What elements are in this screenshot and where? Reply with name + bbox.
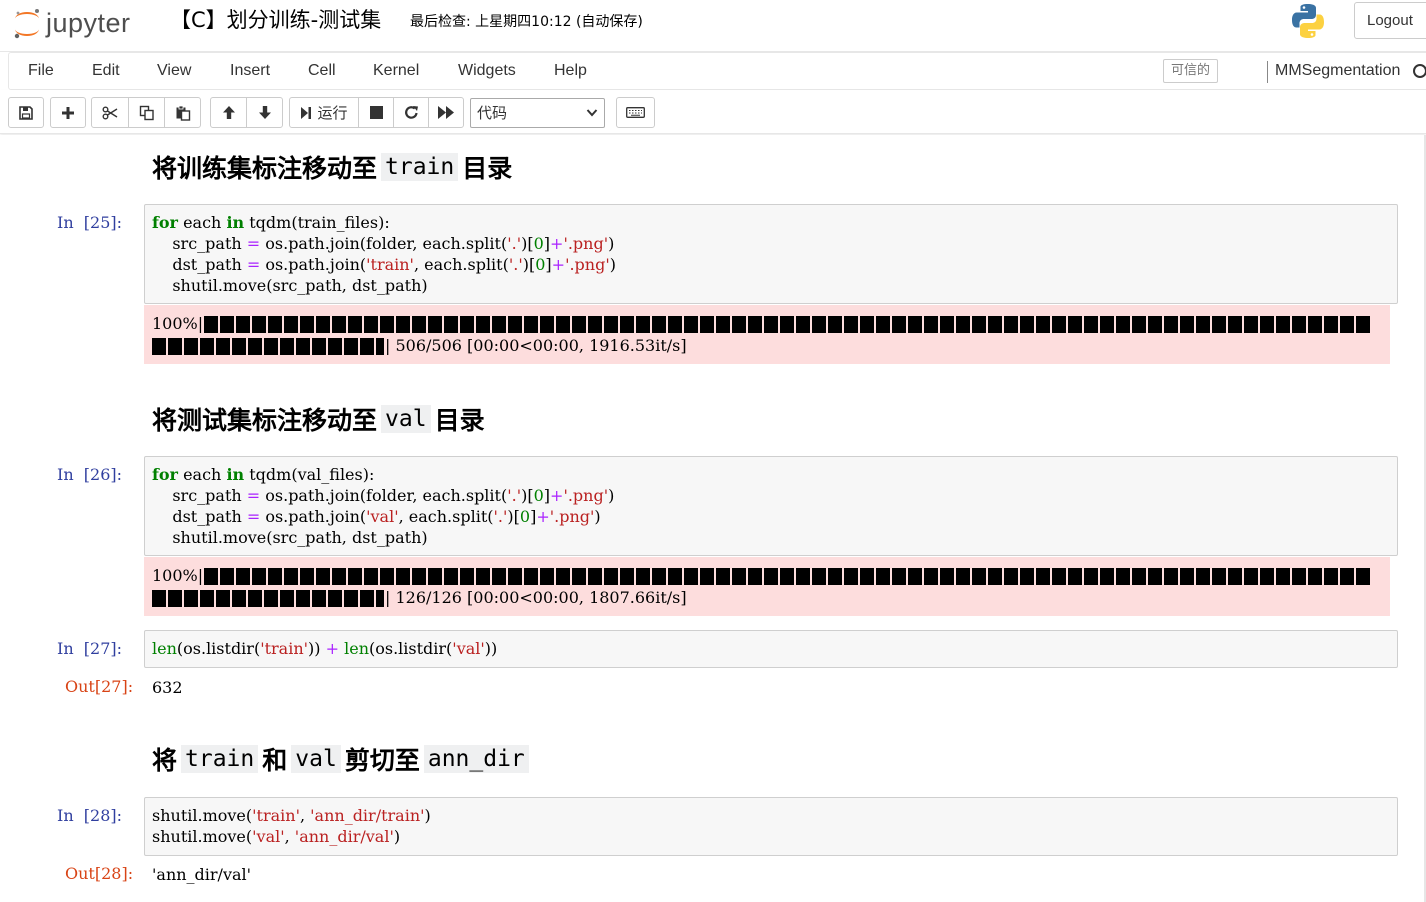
output-prompt: Out[27]:: [65, 677, 134, 696]
markdown-heading-train[interactable]: 将训练集标注移动至 train 目录: [152, 149, 512, 185]
toolbar: 运行 代码: [0, 90, 1426, 134]
run-label: 运行: [317, 104, 348, 122]
scissors-icon: [102, 106, 118, 119]
kernel-name[interactable]: MMSegmentation: [1275, 62, 1400, 80]
menu-view[interactable]: View: [157, 62, 191, 80]
stop-icon: [369, 106, 383, 119]
menu-file[interactable]: File: [28, 62, 54, 80]
chevron-down-icon: [586, 109, 598, 117]
menubar: File Edit View Insert Cell Kernel Widget…: [8, 52, 1426, 90]
cut-button[interactable]: [91, 97, 129, 128]
input-prompt: In [25]:: [57, 213, 123, 232]
menu-edit[interactable]: Edit: [92, 62, 120, 80]
run-button[interactable]: 运行: [289, 97, 359, 128]
step-forward-icon: [301, 106, 312, 119]
arrow-down-icon: [258, 106, 271, 119]
heading-text: 将: [152, 746, 178, 775]
progress-stats: | 126/126 [00:00<00:00, 1807.66it/s]: [385, 588, 687, 607]
notebook-title[interactable]: 【C】划分训练-测试集: [170, 4, 381, 34]
stderr-output: 100%| | 506/506 [00:00<00:00, 1916.53it/…: [144, 305, 1390, 364]
jupyter-logo-icon: [14, 9, 39, 39]
menu-kernel[interactable]: Kernel: [373, 62, 419, 80]
input-prompt: In [28]:: [57, 806, 123, 825]
heading-code: train: [181, 745, 259, 773]
move-down-button[interactable]: [246, 97, 283, 128]
menu-insert[interactable]: Insert: [230, 62, 270, 80]
copy-button[interactable]: [128, 97, 165, 128]
markdown-heading-ann-dir[interactable]: 将 train 和 val 剪切至 ann_dir: [152, 741, 533, 777]
progress-stats: | 506/506 [00:00<00:00, 1916.53it/s]: [385, 336, 687, 355]
progress-bar: [204, 315, 1373, 333]
heading-code: ann_dir: [423, 745, 529, 773]
heading-text: 将训练集标注移动至: [152, 154, 378, 183]
output-prompt: Out[28]:: [65, 864, 134, 883]
plus-icon: [62, 106, 74, 119]
trusted-badge[interactable]: 可信的: [1163, 59, 1219, 83]
code-cell-input[interactable]: for each in tqdm(val_files): src_path = …: [144, 456, 1398, 556]
restart-button[interactable]: [393, 97, 429, 128]
progress-bar: [204, 567, 1373, 585]
input-prompt: In [26]:: [57, 465, 123, 484]
menu-cell[interactable]: Cell: [308, 62, 336, 80]
insert-cell-button[interactable]: [50, 97, 86, 128]
stderr-output: 100%| | 126/126 [00:00<00:00, 1807.66it/…: [144, 557, 1390, 616]
jupyter-logo-text: jupyter: [46, 7, 131, 38]
interrupt-button[interactable]: [358, 97, 394, 128]
cell-type-value: 代码: [477, 104, 508, 122]
code-cell-input[interactable]: len(os.listdir('train')) + len(os.listdi…: [144, 630, 1398, 668]
cell-output: 632: [152, 678, 183, 697]
save-icon: [19, 105, 33, 120]
code-cell-input[interactable]: shutil.move('train', 'ann_dir/train') sh…: [144, 797, 1398, 856]
jupyter-logo[interactable]: jupyter: [12, 3, 131, 43]
code-cell-input[interactable]: for each in tqdm(train_files): src_path …: [144, 204, 1398, 304]
notebook-area[interactable]: 将训练集标注移动至 train 目录 In [25]: for each in …: [0, 135, 1426, 902]
command-palette-button[interactable]: [616, 97, 655, 128]
progress-percent: 100%|: [152, 566, 204, 585]
checkpoint-status: 最后检查: 上星期四10:12 (自动保存): [410, 14, 643, 30]
paste-icon: [176, 105, 190, 121]
header: jupyter 【C】划分训练-测试集 最后检查: 上星期四10:12 (自动保…: [0, 0, 1426, 52]
progress-percent: 100%|: [152, 314, 204, 333]
kernel-idle-icon: [1413, 64, 1426, 78]
progress-bar: [152, 589, 384, 607]
menu-widgets[interactable]: Widgets: [458, 62, 516, 80]
paste-button[interactable]: [164, 97, 201, 128]
heading-text: 和: [262, 746, 288, 775]
heading-code: train: [381, 153, 459, 181]
save-button[interactable]: [8, 97, 44, 128]
keyboard-icon: [626, 107, 645, 118]
progress-bar: [152, 337, 384, 355]
fast-forward-icon: [438, 106, 454, 119]
heading-text: 目录: [462, 154, 513, 183]
heading-code: val: [381, 405, 431, 433]
markdown-heading-val[interactable]: 将测试集标注移动至 val 目录: [152, 401, 485, 437]
kernel-separator: [1267, 61, 1268, 83]
refresh-icon: [404, 106, 418, 119]
menu-help[interactable]: Help: [554, 62, 587, 80]
move-up-button[interactable]: [210, 97, 247, 128]
copy-icon: [139, 105, 154, 120]
arrow-up-icon: [222, 106, 235, 119]
logout-button[interactable]: Logout: [1354, 2, 1426, 39]
heading-text: 剪切至: [344, 746, 420, 775]
heading-text: 将测试集标注移动至: [152, 406, 378, 435]
input-prompt: In [27]:: [57, 639, 123, 658]
cell-output: 'ann_dir/val': [152, 865, 252, 884]
heading-text: 目录: [434, 406, 485, 435]
restart-run-all-button[interactable]: [428, 97, 464, 128]
heading-code: val: [291, 745, 341, 773]
cell-type-select[interactable]: 代码: [470, 98, 605, 128]
python-logo-icon: [1292, 4, 1324, 38]
